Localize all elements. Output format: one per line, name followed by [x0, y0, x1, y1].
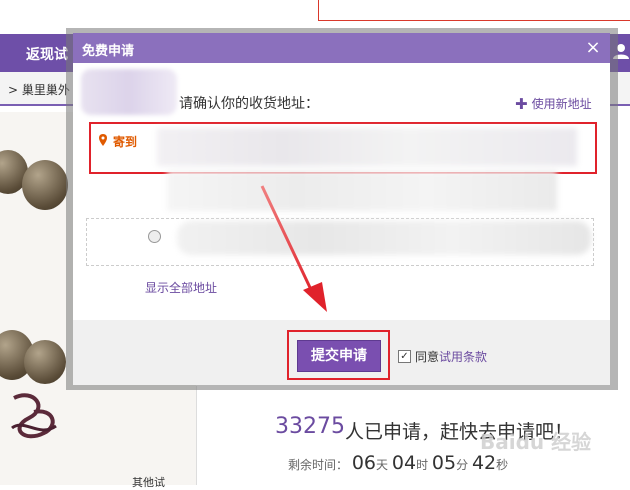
close-icon[interactable]: ×: [583, 38, 603, 58]
breadcrumb[interactable]: > 巢里巢外: [8, 81, 70, 98]
agree-terms-label: 同意试用条款: [415, 348, 487, 365]
timer-days: 06: [351, 452, 377, 474]
timer-minutes-unit: 分: [456, 458, 469, 472]
timer-days-unit: 天: [376, 458, 389, 472]
tassel-image: [11, 393, 57, 439]
confirm-address-label: 请确认你的收货地址：: [179, 96, 319, 112]
submit-apply-button[interactable]: 提交申请: [297, 340, 381, 372]
blurred-address: [177, 221, 591, 255]
bead-image: [24, 340, 66, 384]
dialog-title: 免费申请: [82, 44, 135, 59]
timer-hours-unit: 时: [416, 458, 429, 472]
use-new-address-label: 使用新地址: [531, 97, 592, 111]
send-to-label: 寄到: [113, 135, 138, 149]
other-trial-tag: 其他试: [132, 476, 165, 489]
dialog-header: 免费申请 ×: [73, 33, 610, 63]
apply-count: 33275: [275, 414, 345, 439]
bead-image: [22, 160, 68, 210]
baidu-watermark: Baidu 经验: [480, 430, 592, 454]
agree-prefix: 同意: [415, 350, 440, 364]
address-radio[interactable]: [148, 230, 161, 243]
free-apply-dialog: 免费申请 × 请确认你的收货地址： ✚ 使用新地址 寄到 显示全部地址 提交申请 …: [73, 33, 610, 385]
timer-label: 剩余时间：: [288, 458, 349, 472]
location-pin-icon: [99, 134, 107, 146]
show-all-addresses-link[interactable]: 显示全部地址: [145, 279, 217, 296]
timer-minutes: 05: [431, 452, 457, 474]
timer-hours: 04: [391, 452, 417, 474]
blurred-address-detail: [167, 171, 557, 211]
use-new-address-link[interactable]: ✚ 使用新地址: [515, 95, 592, 113]
selected-address-card[interactable]: 寄到: [89, 122, 597, 174]
timer-seconds: 42: [471, 452, 497, 474]
divider: [196, 386, 197, 485]
trial-terms-link[interactable]: 试用条款: [439, 350, 487, 364]
blurred-address: [157, 128, 577, 166]
countdown-timer: 剩余时间： 06天 04时 05分 42秒: [288, 452, 508, 474]
blurred-user-info: [81, 69, 177, 115]
agree-terms-checkbox[interactable]: ✓: [398, 350, 411, 363]
plus-icon: ✚: [515, 95, 528, 113]
timer-seconds-unit: 秒: [496, 458, 509, 472]
top-highlight-frame: [318, 0, 630, 21]
other-address-card[interactable]: [86, 218, 594, 266]
nav-item-fanxian[interactable]: 返现试: [26, 44, 68, 64]
